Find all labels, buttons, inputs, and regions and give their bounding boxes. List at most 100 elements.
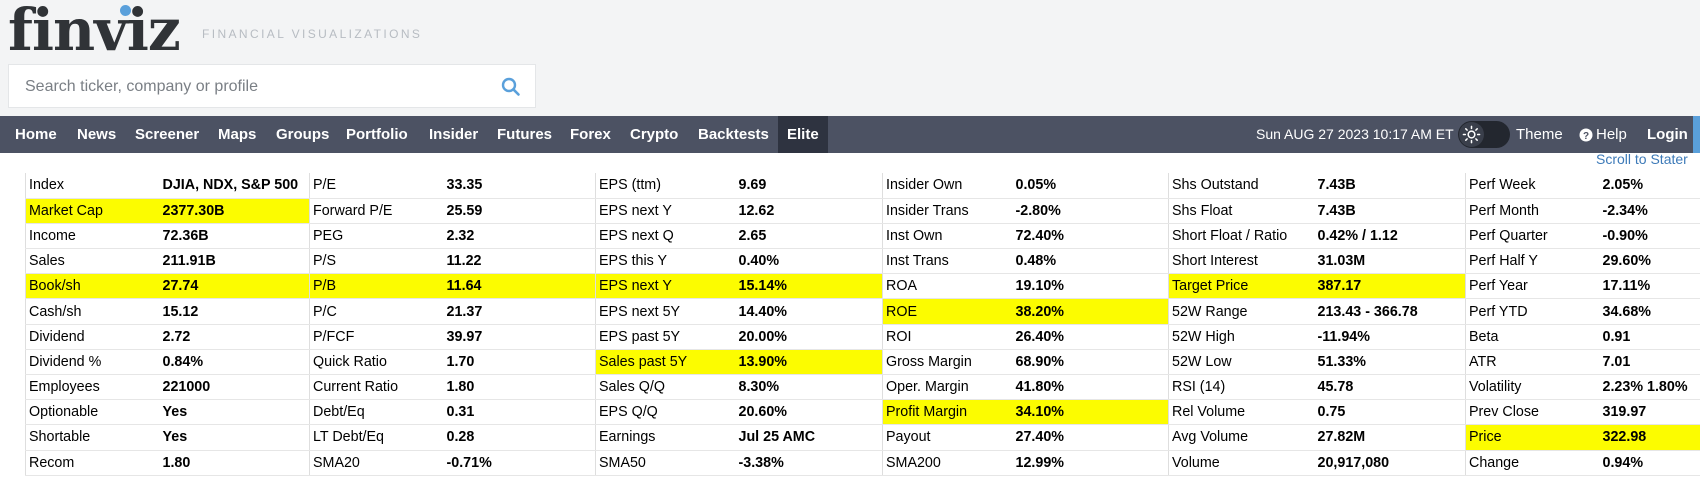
value-current-ratio: 1.80: [443, 374, 596, 401]
main-nav: Home News Screener Maps Groups Portfolio…: [0, 116, 1700, 153]
value-recom: 1.80: [159, 450, 310, 476]
label-eps-next-y: EPS next Y: [595, 198, 736, 224]
value-perf-month: -2.34%: [1599, 198, 1700, 224]
scroll-to-stater-link[interactable]: Scroll to Stater: [1596, 151, 1688, 167]
value-volatility: 2.23% 1.80%: [1599, 374, 1700, 401]
nav-screener[interactable]: Screener: [135, 116, 199, 153]
label-debt-eq: Debt/Eq: [309, 399, 444, 426]
label-prev-close: Prev Close: [1465, 399, 1600, 426]
nav-elite[interactable]: Elite: [778, 116, 828, 153]
label-index: Index: [25, 173, 160, 199]
value-oper-margin: 41.80%: [1012, 374, 1169, 401]
search-box: [8, 64, 536, 109]
value-rel-volume: 0.75: [1314, 399, 1466, 426]
value-52w-low: 51.33%: [1314, 349, 1466, 376]
value-beta: 0.91: [1599, 324, 1700, 350]
table-row: Index DJIA, NDX, S&P 500 P/E 33.35 EPS (…: [25, 173, 1700, 199]
value-volume: 20,917,080: [1314, 450, 1466, 476]
value-forward-pe: 25.59: [443, 198, 596, 224]
nav-crypto[interactable]: Crypto: [630, 116, 678, 153]
nav-news[interactable]: News: [77, 116, 116, 153]
nav-portfolio[interactable]: Portfolio: [346, 116, 408, 153]
label-inst-trans: Inst Trans: [882, 248, 1013, 275]
label-oper-margin: Oper. Margin: [882, 374, 1013, 401]
label-insider-trans: Insider Trans: [882, 198, 1013, 224]
nav-insider[interactable]: Insider: [429, 116, 478, 153]
label-quick-ratio: Quick Ratio: [309, 349, 444, 376]
label-volume: Volume: [1168, 450, 1315, 476]
value-shs-float: 7.43B: [1314, 198, 1466, 224]
label-dividend-pct: Dividend %: [25, 349, 160, 376]
label-roi: ROI: [882, 324, 1013, 350]
value-prev-close: 319.97: [1599, 399, 1700, 426]
label-atr: ATR: [1465, 349, 1600, 376]
tagline: FINANCIAL VISUALIZATIONS: [202, 27, 423, 41]
help-link[interactable]: Help: [1596, 116, 1627, 153]
label-shs-float: Shs Float: [1168, 198, 1315, 224]
theme-label[interactable]: Theme: [1516, 116, 1563, 153]
value-inst-trans: 0.48%: [1012, 248, 1169, 275]
value-sales-past-5y: 13.90%: [735, 349, 883, 376]
table-row: Optionable Yes Debt/Eq 0.31 EPS Q/Q 20.6…: [25, 399, 1700, 426]
value-index[interactable]: DJIA, NDX, S&P 500: [159, 173, 310, 199]
value-perf-year: 17.11%: [1599, 273, 1700, 300]
value-peg: 2.32: [443, 223, 596, 250]
theme-toggle[interactable]: [1458, 121, 1510, 148]
label-sma50: SMA50: [595, 450, 736, 476]
logo-dot-icon: [120, 5, 131, 16]
label-market-cap: Market Cap: [25, 198, 160, 224]
nav-groups[interactable]: Groups: [276, 116, 329, 153]
nav-futures[interactable]: Futures: [497, 116, 552, 153]
value-optionable: Yes: [159, 399, 310, 426]
value-quick-ratio: 1.70: [443, 349, 596, 376]
label-eps-next-y-pct: EPS next Y: [595, 273, 736, 300]
label-52w-low: 52W Low: [1168, 349, 1315, 376]
label-pc: P/C: [309, 298, 444, 325]
value-perf-quarter: -0.90%: [1599, 223, 1700, 250]
label-eps-past-5y: EPS past 5Y: [595, 324, 736, 350]
label-price: Price: [1465, 424, 1600, 451]
table-row: Dividend % 0.84% Quick Ratio 1.70 Sales …: [25, 349, 1700, 376]
sun-icon: [1462, 125, 1481, 144]
value-perf-ytd: 34.68%: [1599, 298, 1700, 325]
nav-maps[interactable]: Maps: [218, 116, 256, 153]
search-icon[interactable]: [501, 77, 521, 97]
label-book-sh: Book/sh: [25, 273, 160, 300]
label-eps-qq: EPS Q/Q: [595, 399, 736, 426]
label-sma200: SMA200: [882, 450, 1013, 476]
label-optionable: Optionable: [25, 399, 160, 426]
label-change: Change: [1465, 450, 1600, 476]
search-input[interactable]: [23, 65, 487, 109]
table-row: Recom 1.80 SMA20 -0.71% SMA50 -3.38% SMA…: [25, 450, 1700, 476]
value-pfcf: 39.97: [443, 324, 596, 350]
help-icon[interactable]: ?: [1579, 128, 1593, 142]
value-sales-qq: 8.30%: [735, 374, 883, 401]
value-sma20: -0.71%: [443, 450, 596, 476]
value-eps-this-y: 0.40%: [735, 248, 883, 275]
label-cash-sh: Cash/sh: [25, 298, 160, 325]
value-target-price: 387.17: [1314, 273, 1466, 300]
label-pb: P/B: [309, 273, 444, 300]
nav-home[interactable]: Home: [15, 116, 57, 153]
login-link[interactable]: Login: [1647, 116, 1688, 153]
value-lt-debt-eq: 0.28: [443, 424, 596, 451]
label-roe: ROE: [882, 298, 1013, 325]
value-dividend-pct: 0.84%: [159, 349, 310, 376]
value-atr: 7.01: [1599, 349, 1700, 376]
value-perf-week: 2.05%: [1599, 173, 1700, 199]
label-payout: Payout: [882, 424, 1013, 451]
finviz-logo[interactable]: finviz: [8, 0, 181, 64]
label-shs-outstand: Shs Outstand: [1168, 173, 1315, 199]
value-payout: 27.40%: [1012, 424, 1169, 451]
value-dividend: 2.72: [159, 324, 310, 350]
label-perf-ytd: Perf YTD: [1465, 298, 1600, 325]
value-52w-high: -11.94%: [1314, 324, 1466, 350]
label-beta: Beta: [1465, 324, 1600, 350]
nav-backtests[interactable]: Backtests: [698, 116, 769, 153]
label-peg: PEG: [309, 223, 444, 250]
value-market-cap: 2377.30B: [159, 198, 310, 224]
nav-forex[interactable]: Forex: [570, 116, 611, 153]
value-sales: 211.91B: [159, 248, 310, 275]
value-eps-next-q: 2.65: [735, 223, 883, 250]
label-volatility: Volatility: [1465, 374, 1600, 401]
